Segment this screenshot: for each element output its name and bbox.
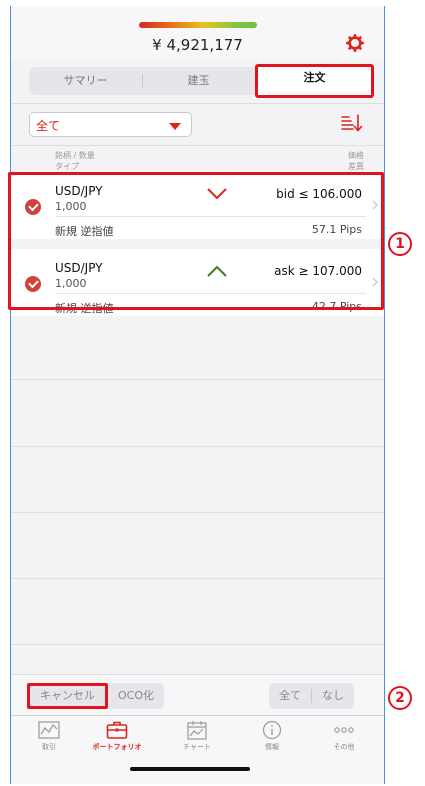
order-row[interactable]: USD/JPY 1,000 bid ≤ 106.000 新規 逆指値 57.1 … [11,172,384,239]
filter-dropdown[interactable]: 全て [29,112,192,137]
column-header-left: 銘柄 / 数量 タイプ [55,150,95,172]
order-quantity: 1,000 [55,277,87,290]
column-label-diff: 差異 [348,162,364,171]
action-bar: キャンセル OCO化 全て なし [11,674,384,714]
margin-gauge [139,22,257,28]
tab-label: 情報 [265,743,279,751]
order-type: 新規 逆指値 [55,225,114,238]
column-label-price: 価格 [348,151,364,160]
oco-button[interactable]: OCO化 [108,683,164,709]
tab-positions[interactable]: 建玉 [142,67,255,95]
caret-down-icon [169,123,181,130]
order-diff: 57.1 Pips [311,223,362,236]
tab-more[interactable]: その他 [314,720,374,752]
filter-selected: 全て [36,119,61,133]
annotation-badge-1: 1 [388,232,412,256]
annotation-badge-2: 2 [388,686,412,710]
select-all-button[interactable]: 全て [269,683,311,709]
cancel-oco-group: キャンセル OCO化 [27,683,164,709]
home-indicator [130,767,250,771]
empty-row-divider [11,644,384,645]
column-label-symbol-qty: 銘柄 / 数量 [55,151,95,160]
order-pair: USD/JPY [55,261,103,275]
select-none-button[interactable]: なし [312,683,354,709]
tab-orders[interactable]: 注文 [255,64,374,98]
briefcase-icon [106,721,128,739]
tab-trade[interactable]: 取引 [19,720,79,752]
order-quantity: 1,000 [55,200,87,213]
check-icon[interactable] [25,276,41,292]
app-screen: ¥ 4,921,177 サマリー 建玉 注文 全て 銘柄 / 数量 タイプ 価格… [10,6,385,784]
tab-label: 取引 [42,743,56,751]
order-diff: 42.7 Pips [311,300,362,313]
empty-row-divider [11,379,384,380]
order-pair: USD/JPY [55,184,103,198]
row-divider [55,293,366,294]
order-condition: ask ≥ 107.000 [274,264,362,278]
more-dots-icon [334,727,354,733]
cancel-button[interactable]: キャンセル [27,683,108,709]
chevron-up-icon [207,265,227,277]
order-type: 新規 逆指値 [55,302,114,315]
empty-row-divider [11,446,384,447]
divider [11,145,384,146]
divider [11,103,384,104]
order-row[interactable]: USD/JPY 1,000 ask ≥ 107.000 新規 逆指値 42.7 … [11,249,384,316]
tab-label: その他 [333,743,355,751]
tab-label: チャート [183,743,211,751]
tab-label: ポートフォリオ [92,743,142,751]
segmented-control: サマリー 建玉 注文 [29,64,374,98]
chevron-down-icon [207,188,227,200]
tab-chart[interactable]: チャート [167,720,227,752]
column-header-right: 価格 差異 [348,150,364,172]
info-icon [262,720,282,740]
empty-row-divider [11,512,384,513]
empty-row-divider [11,578,384,579]
select-all-none-group: 全て なし [269,683,354,709]
gear-icon[interactable] [346,34,364,52]
tab-info[interactable]: 情報 [242,720,302,752]
header: ¥ 4,921,177 [11,6,384,60]
row-divider [55,216,366,217]
chevron-right-icon [372,200,378,210]
calendar-chart-icon [187,721,207,740]
tab-bar: 取引 ポートフォリオ チャート 情報 その他 [11,715,384,784]
check-icon[interactable] [25,199,41,215]
orders-list: USD/JPY 1,000 bid ≤ 106.000 新規 逆指値 57.1 … [11,172,384,316]
trade-chart-icon [38,721,60,739]
sort-icon[interactable] [340,112,364,134]
order-condition: bid ≤ 106.000 [276,187,362,201]
account-balance: ¥ 4,921,177 [152,36,243,54]
column-label-type: タイプ [55,162,79,171]
tab-portfolio[interactable]: ポートフォリオ [87,720,147,752]
tab-summary[interactable]: サマリー [29,67,142,95]
chevron-right-icon [372,277,378,287]
